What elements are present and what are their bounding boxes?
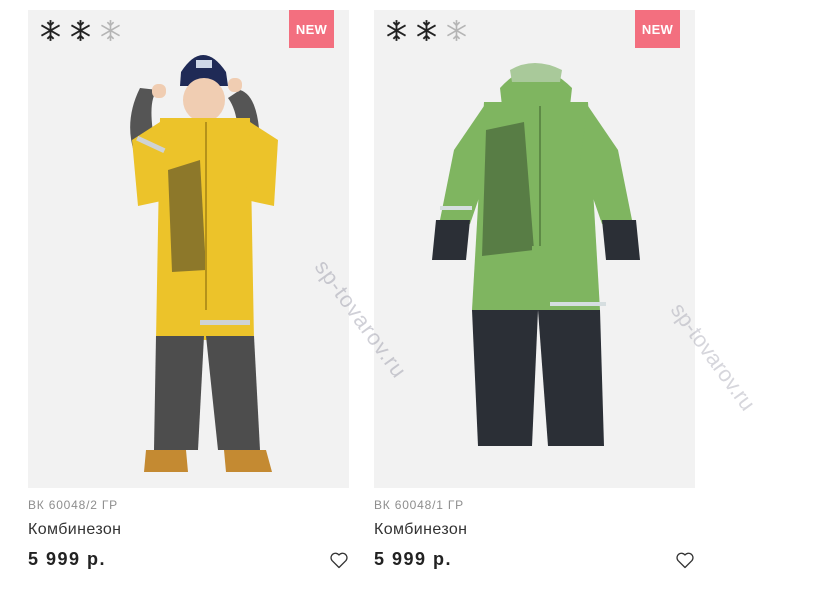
product-price: 5 999 р. (374, 549, 453, 569)
product-card[interactable]: NEW ВК 60048/2 ГР Комбинезон 5 999 р. (28, 10, 349, 570)
product-photo-child-yellow-suit (28, 10, 349, 488)
product-price: 5 999 р. (28, 549, 107, 569)
heart-icon[interactable] (329, 550, 349, 570)
new-badge: NEW (635, 10, 680, 48)
product-sku: ВК 60048/1 ГР (374, 498, 464, 512)
price-row: 5 999 р. (28, 549, 349, 570)
snowflake-icon (447, 20, 466, 41)
heart-icon[interactable] (675, 550, 695, 570)
snowflake-icon (70, 20, 91, 41)
product-image[interactable]: NEW (28, 10, 349, 488)
price-row: 5 999 р. (374, 549, 695, 570)
product-name[interactable]: Комбинезон (374, 521, 695, 539)
product-photo-green-suit (374, 10, 695, 488)
snowflake-icon (386, 20, 407, 41)
new-badge: NEW (289, 10, 334, 48)
warmth-rating (38, 18, 123, 43)
product-name[interactable]: Комбинезон (28, 521, 349, 539)
snowflake-icon (40, 20, 61, 41)
snowflake-icon (101, 20, 120, 41)
product-sku: ВК 60048/2 ГР (28, 498, 118, 512)
snowflake-icon (416, 20, 437, 41)
product-image[interactable]: NEW (374, 10, 695, 488)
warmth-rating (384, 18, 469, 43)
product-card[interactable]: NEW ВК 60048/1 ГР Комбинезон 5 999 р. (374, 10, 695, 570)
